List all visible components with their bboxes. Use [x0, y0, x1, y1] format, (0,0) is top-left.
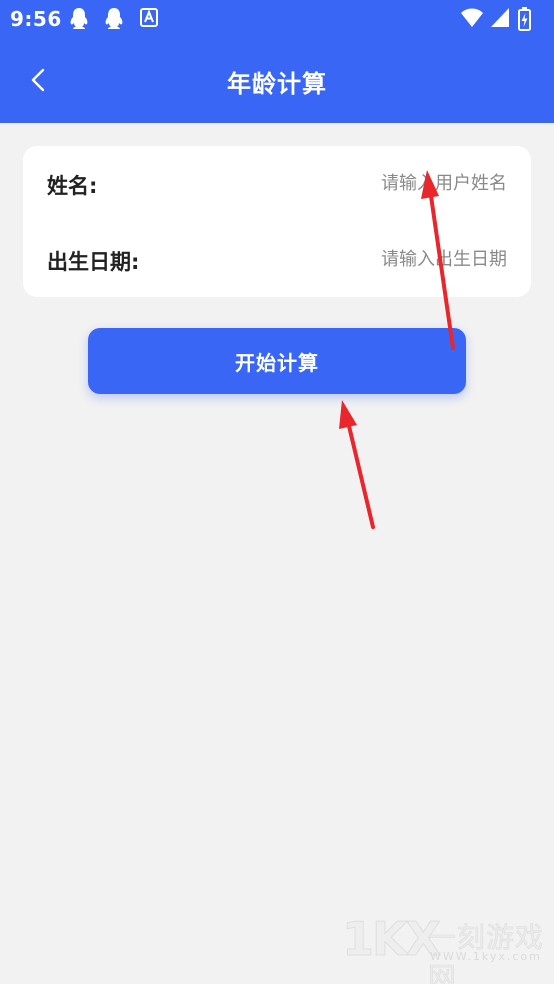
page-title: 年龄计算	[227, 70, 327, 98]
wifi-icon	[461, 8, 483, 27]
signal-icon	[491, 8, 509, 27]
text-input-app-icon	[140, 8, 158, 27]
birth-date-input[interactable]	[277, 244, 507, 274]
form-card: 姓名: 出生日期:	[23, 146, 531, 297]
status-bar: 9:56	[0, 0, 554, 38]
annotation-arrow-to-button	[339, 400, 375, 529]
watermark-url: WWW.1kyx.com	[430, 950, 542, 963]
status-time: 9:56	[10, 7, 62, 31]
system-icons	[460, 7, 540, 31]
watermark-logo: 1KX	[341, 912, 441, 967]
nav-bar: 年龄计算	[0, 38, 554, 123]
qq-icon	[105, 8, 123, 29]
app-header: 9:56 年龄计算	[0, 0, 554, 123]
site-watermark: 1KX 一刻游戏网 WWW.1kyx.com	[341, 912, 554, 984]
name-row: 姓名:	[23, 146, 531, 221]
birth-date-row: 出生日期:	[23, 222, 531, 297]
name-input[interactable]	[277, 168, 507, 198]
start-calculation-button[interactable]: 开始计算	[88, 328, 466, 394]
name-label: 姓名:	[47, 174, 98, 198]
battery-charging-icon	[518, 7, 531, 31]
birth-date-label: 出生日期:	[47, 250, 140, 274]
qq-icon	[70, 8, 88, 29]
